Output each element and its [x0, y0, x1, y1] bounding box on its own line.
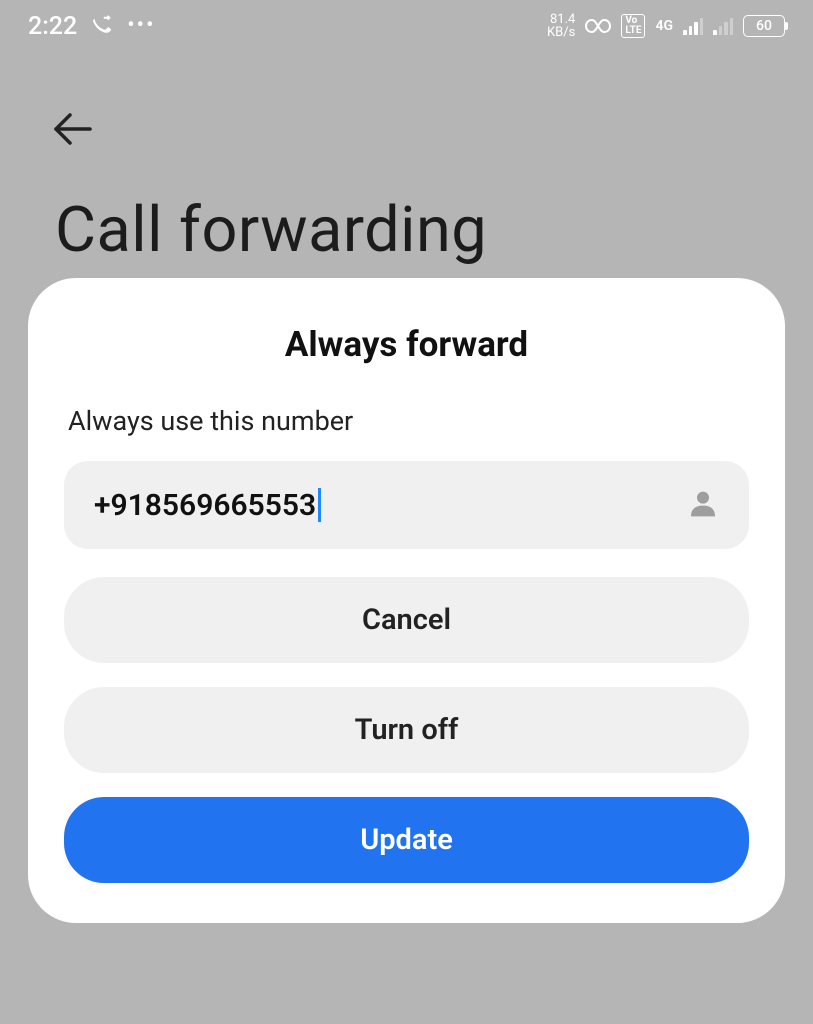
more-icon: •••	[127, 15, 155, 37]
data-loop-icon	[585, 17, 611, 35]
back-button[interactable]	[45, 100, 103, 158]
signal-sim2-icon	[713, 18, 733, 35]
contact-picker-icon[interactable]	[687, 487, 719, 523]
page-title: Call forwarding	[55, 194, 487, 267]
data-speed-unit: KB/s	[547, 26, 575, 39]
turn-off-button[interactable]: Turn off	[64, 687, 749, 773]
status-right: 81.4 KB/s Vo LTE 4G 60	[547, 13, 785, 39]
modal-label: Always use this number	[64, 405, 749, 437]
volte-icon: Vo LTE	[621, 14, 645, 38]
signal-sim1-icon	[683, 18, 703, 35]
phone-number-text: +918569665553	[94, 488, 316, 523]
text-cursor	[318, 488, 321, 522]
always-forward-modal: Always forward Always use this number +9…	[28, 278, 785, 923]
phone-number-value: +918569665553	[94, 488, 321, 523]
call-forward-icon	[91, 15, 113, 37]
phone-number-input[interactable]: +918569665553	[64, 461, 749, 549]
status-bar: 2:22 ••• 81.4 KB/s Vo LTE 4G 60	[0, 0, 813, 52]
data-speed: 81.4 KB/s	[547, 13, 575, 39]
network-type: 4G	[655, 18, 673, 34]
cancel-button[interactable]: Cancel	[64, 577, 749, 663]
modal-title: Always forward	[64, 324, 749, 365]
status-time: 2:22	[28, 12, 77, 41]
battery-indicator: 60	[743, 15, 785, 37]
status-left: 2:22 •••	[28, 12, 156, 41]
update-button[interactable]: Update	[64, 797, 749, 883]
battery-level: 60	[756, 18, 772, 34]
